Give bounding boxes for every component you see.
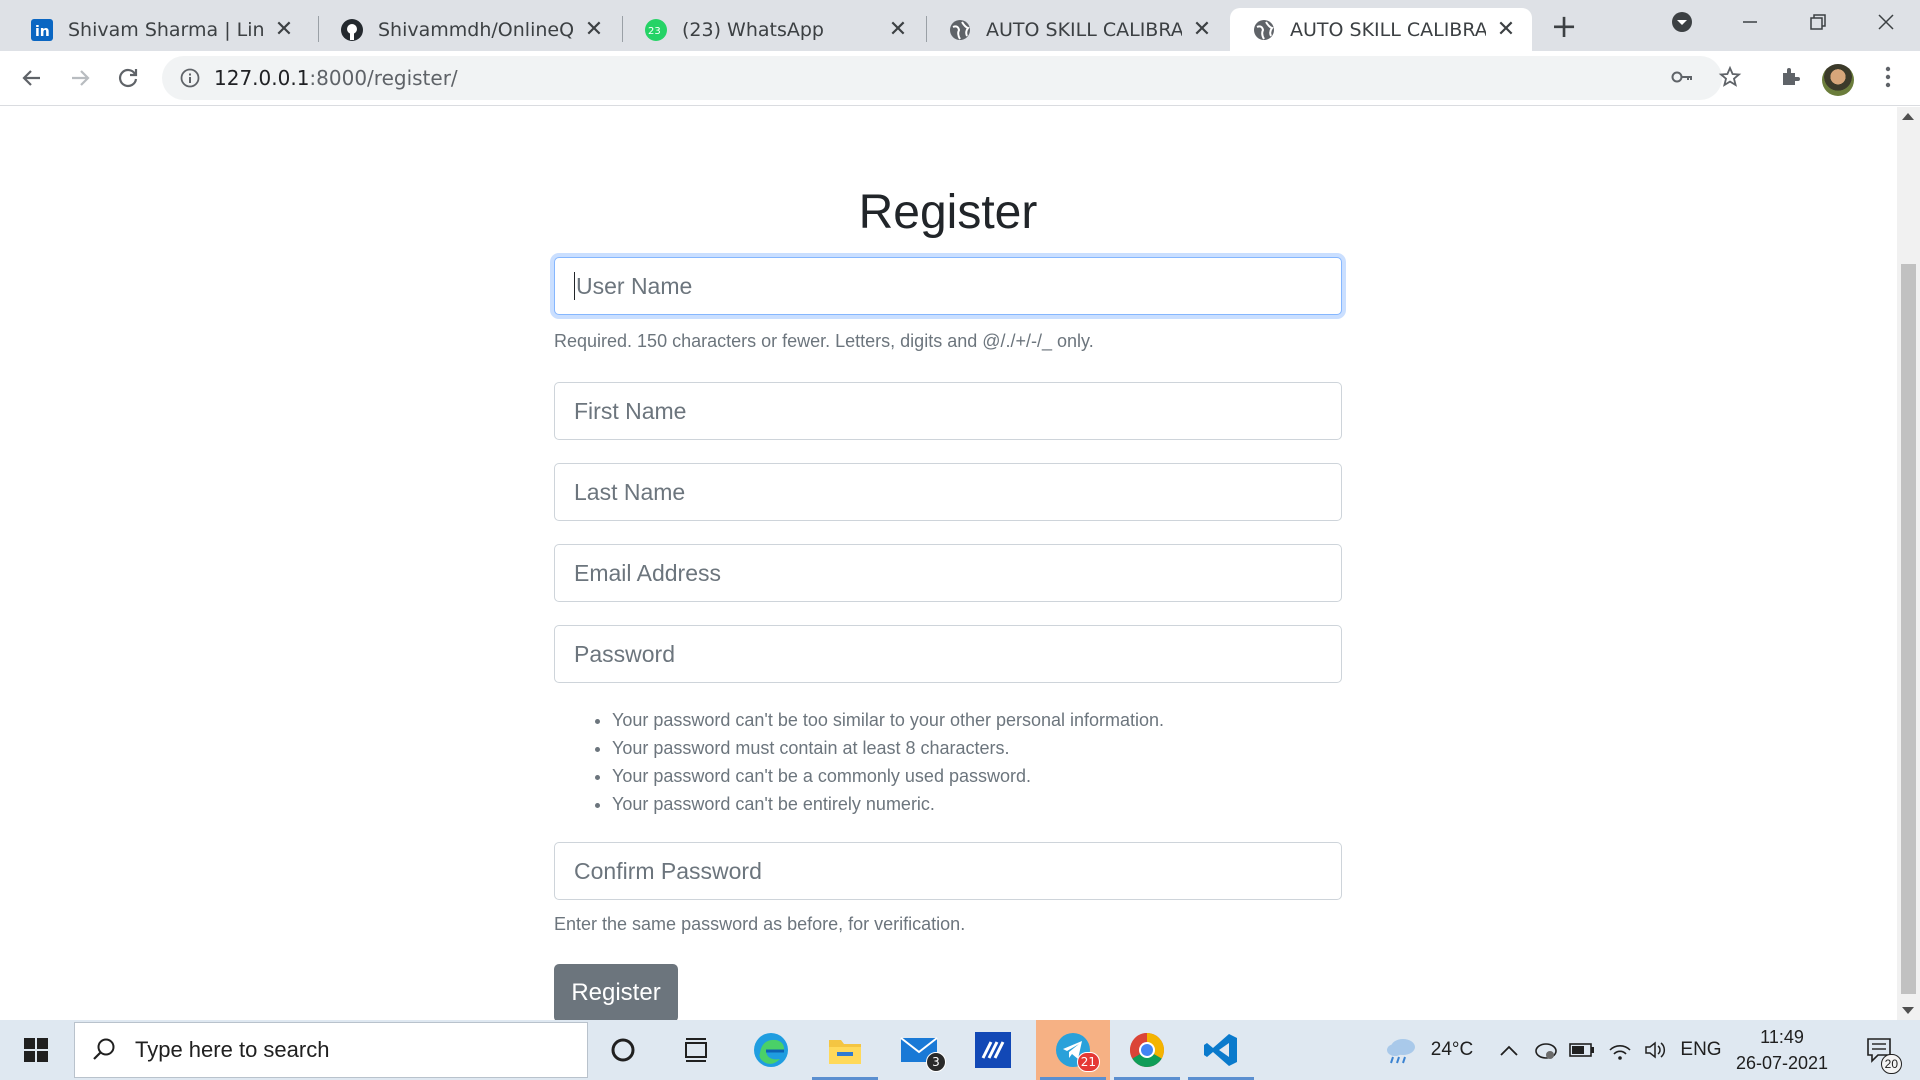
system-clock[interactable]: 11:49 26-07-2021 xyxy=(1734,1024,1830,1076)
list-item: Your password can't be a commonly used p… xyxy=(612,762,1164,790)
close-tab-icon[interactable]: ✕ xyxy=(582,17,606,42)
page-scrollbar[interactable] xyxy=(1897,107,1920,1020)
windows-start-icon[interactable] xyxy=(0,1020,72,1080)
taskbar-search-input[interactable]: Type here to search xyxy=(74,1022,588,1078)
reload-button[interactable] xyxy=(110,60,146,96)
last-name-placeholder: Last Name xyxy=(574,478,686,505)
chevron-up-icon[interactable] xyxy=(1494,1020,1524,1080)
url-text: 127.0.0.1:8000/register/ xyxy=(214,66,458,90)
key-icon[interactable] xyxy=(1666,61,1698,93)
scroll-down-arrow[interactable] xyxy=(1902,1007,1914,1014)
tab-title: AUTO SKILL CALIBRATOR xyxy=(1290,18,1486,41)
tab-search-button[interactable] xyxy=(1648,0,1716,44)
cortana-icon[interactable] xyxy=(586,1020,660,1080)
first-name-placeholder: First Name xyxy=(574,397,687,424)
weather-icon[interactable] xyxy=(1382,1020,1422,1080)
username-placeholder: User Name xyxy=(576,272,693,299)
page-title: Register xyxy=(858,186,1038,239)
search-placeholder: Type here to search xyxy=(135,1037,330,1062)
telegram-badge: 21 xyxy=(1076,1052,1100,1072)
profile-avatar[interactable] xyxy=(1822,64,1854,96)
telegram-icon[interactable]: 21 xyxy=(1036,1020,1110,1080)
tab-strip: in Shivam Sharma | LinkedIn ✕ Shivammdh/… xyxy=(0,0,1920,51)
file-explorer-icon[interactable] xyxy=(808,1020,882,1080)
close-tab-icon[interactable]: ✕ xyxy=(1190,17,1214,42)
last-name-input[interactable]: Last Name xyxy=(554,463,1342,521)
username-input[interactable]: User Name xyxy=(554,257,1342,315)
url-path: :8000/register/ xyxy=(309,66,458,90)
task-view-icon[interactable] xyxy=(660,1020,734,1080)
close-window-button[interactable] xyxy=(1852,0,1920,44)
clock-date: 26-07-2021 xyxy=(1735,1053,1829,1073)
restore-button[interactable] xyxy=(1784,0,1852,44)
close-tab-icon[interactable]: ✕ xyxy=(886,17,910,42)
browser-toolbar: 127.0.0.1:8000/register/ xyxy=(0,51,1920,106)
tab-linkedin[interactable]: in Shivam Sharma | LinkedIn ✕ xyxy=(8,8,310,51)
password-placeholder: Password xyxy=(574,640,675,667)
text-caret xyxy=(574,272,575,300)
first-name-input[interactable]: First Name xyxy=(554,382,1342,440)
chrome-icon[interactable] xyxy=(1110,1020,1184,1080)
tab-auto-skill-1[interactable]: AUTO SKILL CALIBRATOR ✕ xyxy=(926,8,1228,51)
windows-taskbar: Type here to search 3 21 24°C ENG 11:49 … xyxy=(0,1020,1920,1080)
globe-icon xyxy=(948,18,972,42)
back-button[interactable] xyxy=(14,60,50,96)
username-help-text: Required. 150 characters or fewer. Lette… xyxy=(554,331,1094,351)
confirm-password-placeholder: Confirm Password xyxy=(574,857,762,884)
tab-title: AUTO SKILL CALIBRATOR xyxy=(986,18,1182,41)
github-icon xyxy=(340,18,364,42)
tab-auto-skill-2[interactable]: AUTO SKILL CALIBRATOR ✕ xyxy=(1230,8,1532,51)
email-placeholder: Email Address xyxy=(574,559,722,586)
notification-center-icon[interactable]: 20 xyxy=(1856,1020,1904,1080)
tab-title: Shivam Sharma | LinkedIn xyxy=(68,18,264,41)
url-host: 127.0.0.1 xyxy=(214,66,310,90)
close-tab-icon[interactable]: ✕ xyxy=(272,17,296,42)
svg-text:in: in xyxy=(35,24,50,40)
close-tab-icon[interactable]: ✕ xyxy=(1494,17,1518,42)
tab-title: Shivammdh/OnlineQuizeS xyxy=(378,18,574,41)
tab-whatsapp[interactable]: 23 (23) WhatsApp ✕ xyxy=(622,8,924,51)
battery-icon[interactable] xyxy=(1566,1020,1598,1080)
list-item: Your password can't be too similar to yo… xyxy=(612,706,1164,734)
temperature-text[interactable]: 24°C xyxy=(1424,1020,1480,1080)
tab-github[interactable]: Shivammdh/OnlineQuizeS ✕ xyxy=(318,8,620,51)
new-tab-button[interactable]: + xyxy=(1548,7,1580,45)
confirm-password-input[interactable]: Confirm Password xyxy=(554,842,1342,900)
mail-badge: 3 xyxy=(926,1052,946,1072)
globe-icon xyxy=(1252,18,1276,42)
forward-button[interactable] xyxy=(62,60,98,96)
notification-badge: 20 xyxy=(1880,1054,1902,1074)
tab-title: (23) WhatsApp xyxy=(682,18,824,41)
address-bar[interactable]: 127.0.0.1:8000/register/ xyxy=(162,56,1722,100)
email-input[interactable]: Email Address xyxy=(554,544,1342,602)
svg-text:23: 23 xyxy=(648,26,661,37)
onedrive-icon[interactable] xyxy=(1528,1020,1560,1080)
scroll-up-arrow[interactable] xyxy=(1902,113,1914,120)
edge-icon[interactable] xyxy=(734,1020,808,1080)
minimize-button[interactable] xyxy=(1716,0,1784,44)
volume-icon[interactable] xyxy=(1640,1020,1672,1080)
list-item: Your password can't be entirely numeric. xyxy=(612,790,1164,818)
language-indicator[interactable]: ENG xyxy=(1676,1020,1726,1080)
search-icon xyxy=(91,1037,117,1063)
list-item: Your password must contain at least 8 ch… xyxy=(612,734,1164,762)
info-icon[interactable] xyxy=(178,66,202,90)
clock-time: 11:49 xyxy=(1760,1027,1804,1047)
scrollbar-thumb[interactable] xyxy=(1901,264,1916,994)
menu-icon[interactable] xyxy=(1872,61,1904,93)
wifi-icon[interactable] xyxy=(1604,1020,1636,1080)
app-icon[interactable] xyxy=(956,1020,1030,1080)
mail-icon[interactable]: 3 xyxy=(882,1020,956,1080)
linkedin-icon: in xyxy=(30,18,54,42)
register-button[interactable]: Register xyxy=(554,964,678,1020)
password-rules-list: Your password can't be too similar to yo… xyxy=(612,706,1164,818)
bookmark-star-icon[interactable] xyxy=(1714,61,1746,93)
confirm-help-text: Enter the same password as before, for v… xyxy=(554,914,966,934)
vscode-icon[interactable] xyxy=(1184,1020,1258,1080)
password-input[interactable]: Password xyxy=(554,625,1342,683)
page-viewport: Register User Name Required. 150 charact… xyxy=(0,107,1897,1020)
whatsapp-icon: 23 xyxy=(644,18,668,42)
extensions-icon[interactable] xyxy=(1774,61,1806,93)
